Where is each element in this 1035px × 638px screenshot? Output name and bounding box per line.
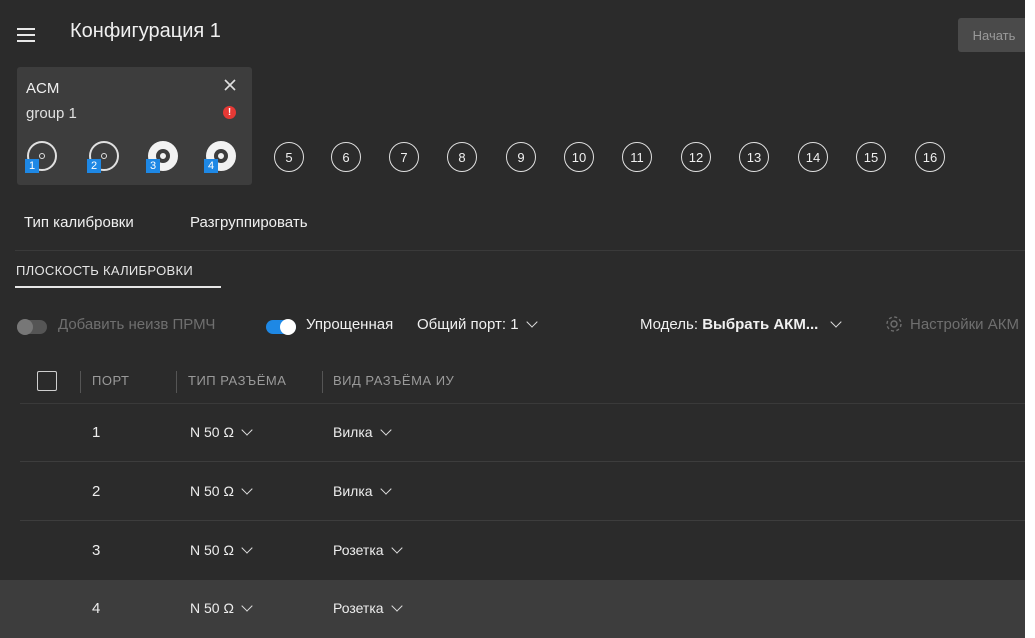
simplified-toggle[interactable] bbox=[266, 319, 296, 335]
connector-kind-select[interactable]: Розетка bbox=[333, 542, 403, 558]
group-port-2[interactable]: 2 bbox=[87, 141, 119, 173]
connector-kind-value: Вилка bbox=[333, 424, 373, 440]
chevron-down-icon bbox=[241, 600, 253, 612]
group-port-4[interactable]: 4 bbox=[204, 141, 236, 173]
warning-icon: ! bbox=[223, 106, 236, 119]
gear-icon bbox=[886, 316, 902, 332]
connector-type-value: N 50 Ω bbox=[190, 424, 234, 440]
port-cell: 2 bbox=[92, 483, 101, 500]
connector-type-value: N 50 Ω bbox=[190, 483, 234, 499]
cal-type-button[interactable]: Тип калибровки bbox=[24, 214, 134, 231]
chevron-down-icon bbox=[241, 483, 253, 495]
common-port-select[interactable]: Общий порт: 1 bbox=[417, 316, 538, 333]
chevron-down-icon bbox=[379, 424, 392, 436]
header: Конфигурация 1 Начать bbox=[0, 10, 1025, 58]
table-row[interactable]: 1 N 50 Ω Вилка bbox=[0, 404, 1025, 462]
row-divider bbox=[20, 520, 1025, 521]
connector-kind-select[interactable]: Вилка bbox=[333, 424, 392, 440]
column-separator bbox=[322, 371, 323, 393]
port-button-6[interactable]: 6 bbox=[331, 142, 361, 172]
port-button-10[interactable]: 10 bbox=[564, 142, 594, 172]
table-row[interactable]: 2 N 50 Ω Вилка bbox=[0, 463, 1025, 521]
connector-kind-select[interactable]: Розетка bbox=[333, 600, 403, 616]
model-select[interactable]: Модель: Выбрать АКМ... bbox=[640, 316, 842, 333]
port-button-16[interactable]: 16 bbox=[915, 142, 945, 172]
add-unknown-label: Добавить неизв ПРМЧ bbox=[58, 316, 216, 333]
menu-icon[interactable] bbox=[17, 28, 35, 42]
port-cell: 3 bbox=[92, 542, 101, 559]
column-header-kind: ВИД РАЗЪЁМА ИУ bbox=[333, 373, 455, 388]
select-all-checkbox[interactable] bbox=[37, 371, 57, 391]
port-button-12[interactable]: 12 bbox=[681, 142, 711, 172]
table-row[interactable]: 3 N 50 Ω Розетка bbox=[0, 522, 1025, 580]
chevron-down-icon bbox=[241, 424, 253, 436]
ungroup-button[interactable]: Разгруппировать bbox=[190, 214, 308, 231]
chevron-down-icon bbox=[525, 316, 538, 328]
group-port-1[interactable]: 1 bbox=[25, 141, 57, 173]
connector-kind-value: Вилка bbox=[333, 483, 373, 499]
connector-type-select[interactable]: N 50 Ω bbox=[190, 542, 253, 558]
column-separator bbox=[80, 371, 81, 393]
port-number-badge: 3 bbox=[146, 159, 160, 173]
port-button-15[interactable]: 15 bbox=[856, 142, 886, 172]
port-cell: 1 bbox=[92, 424, 101, 441]
port-button-13[interactable]: 13 bbox=[739, 142, 769, 172]
port-cell: 4 bbox=[92, 600, 101, 617]
connector-type-value: N 50 Ω bbox=[190, 600, 234, 616]
port-number-badge: 2 bbox=[87, 159, 101, 173]
table-header: ПОРТ ТИП РАЗЪЁМА ВИД РАЗЪЁМА ИУ bbox=[0, 362, 1025, 402]
connector-type-select[interactable]: N 50 Ω bbox=[190, 424, 253, 440]
port-number-badge: 4 bbox=[204, 159, 218, 173]
table-row[interactable]: 4 N 50 Ω Розетка bbox=[0, 580, 1025, 638]
port-group-card[interactable]: ACM group 1 ! 1 2 3 4 bbox=[17, 67, 252, 185]
row-divider bbox=[20, 461, 1025, 462]
acm-settings-button[interactable]: Настройки АКМ bbox=[910, 316, 1019, 333]
port-button-8[interactable]: 8 bbox=[447, 142, 477, 172]
group-port-3[interactable]: 3 bbox=[146, 141, 178, 173]
close-icon[interactable] bbox=[222, 77, 238, 93]
page-title: Конфигурация 1 bbox=[70, 20, 221, 42]
model-prefix: Модель: bbox=[640, 316, 699, 333]
connector-type-select[interactable]: N 50 Ω bbox=[190, 600, 253, 616]
port-number-badge: 1 bbox=[25, 159, 39, 173]
port-button-11[interactable]: 11 bbox=[622, 142, 652, 172]
tab-calibration-plane[interactable]: ПЛОСКОСТЬ КАЛИБРОВКИ bbox=[16, 263, 193, 278]
column-header-connector-type: ТИП РАЗЪЁМА bbox=[188, 373, 287, 388]
app-window: Конфигурация 1 Начать ACM group 1 ! 1 2 … bbox=[0, 0, 1025, 638]
chevron-down-icon bbox=[379, 483, 392, 495]
add-unknown-toggle[interactable] bbox=[17, 319, 47, 335]
port-button-7[interactable]: 7 bbox=[389, 142, 419, 172]
connector-kind-select[interactable]: Вилка bbox=[333, 483, 392, 499]
port-button-9[interactable]: 9 bbox=[506, 142, 536, 172]
connector-type-value: N 50 Ω bbox=[190, 542, 234, 558]
connector-type-select[interactable]: N 50 Ω bbox=[190, 483, 253, 499]
active-tab-indicator bbox=[15, 286, 221, 288]
port-button-14[interactable]: 14 bbox=[798, 142, 828, 172]
divider bbox=[15, 250, 1025, 251]
group-device-name: ACM bbox=[26, 80, 60, 97]
chevron-down-icon bbox=[390, 542, 403, 554]
chevron-down-icon bbox=[390, 600, 403, 612]
common-port-value: Общий порт: 1 bbox=[417, 316, 519, 333]
connector-kind-value: Розетка bbox=[333, 600, 384, 616]
simplified-label: Упрощенная bbox=[306, 316, 394, 333]
start-button[interactable]: Начать bbox=[958, 18, 1025, 52]
connector-kind-value: Розетка bbox=[333, 542, 384, 558]
column-header-port: ПОРТ bbox=[92, 373, 130, 388]
model-value: Выбрать АКМ... bbox=[702, 316, 819, 333]
port-button-5[interactable]: 5 bbox=[274, 142, 304, 172]
chevron-down-icon bbox=[241, 542, 253, 554]
chevron-down-icon bbox=[830, 316, 842, 328]
column-separator bbox=[176, 371, 177, 393]
group-subtitle: group 1 bbox=[26, 105, 77, 122]
